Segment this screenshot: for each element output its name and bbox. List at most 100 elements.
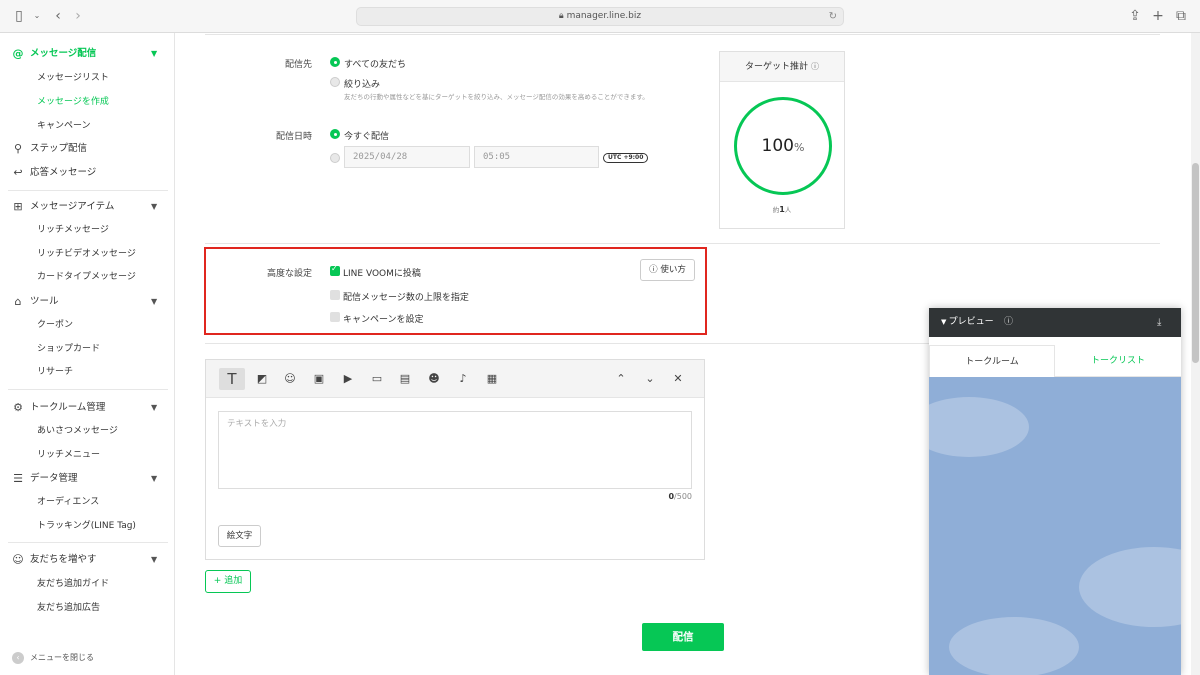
sidebar-group-auto-reply[interactable]: ↩ 応答メッセージ: [0, 162, 175, 184]
help-icon[interactable]: ⓘ: [811, 62, 819, 71]
section-divider: [205, 243, 1160, 244]
image-icon[interactable]: ◩: [249, 368, 275, 390]
sticker-icon[interactable]: ☺: [277, 368, 303, 390]
reload-icon[interactable]: ↻: [829, 8, 837, 25]
hierarchy-icon: ⚲: [13, 142, 23, 155]
at-icon: @: [12, 47, 24, 60]
back-icon[interactable]: ‹: [52, 8, 64, 24]
sidebar-group-step-delivery[interactable]: ⚲ ステップ配信: [0, 138, 175, 160]
share-icon[interactable]: ⇪: [1128, 8, 1142, 24]
sidebar-item-tracking[interactable]: トラッキング(LINE Tag): [37, 517, 136, 535]
sidebar-item-campaign[interactable]: キャンペーン: [37, 117, 91, 135]
sidebar-item-friend-guide[interactable]: 友だち追加ガイド: [37, 575, 109, 593]
send-button[interactable]: 配信: [642, 623, 724, 651]
checkbox-campaign[interactable]: [330, 312, 340, 322]
radio-scheduled[interactable]: [330, 153, 340, 163]
emoji-button[interactable]: 絵文字: [218, 525, 261, 547]
sidebar-group-data[interactable]: ☰ データ管理 ▼: [0, 468, 175, 490]
date-input[interactable]: 2025/04/28: [344, 146, 470, 168]
sidebar-item-card-message[interactable]: カードタイプメッセージ: [37, 268, 136, 286]
chevron-down-icon: ▼: [151, 555, 158, 564]
close-icon[interactable]: ✕: [665, 368, 691, 390]
tabs-overview-icon[interactable]: ⧉: [1174, 8, 1188, 24]
sidebar-group-grow-friends[interactable]: ☺ 友だちを増やす ▼: [0, 549, 175, 571]
forward-icon[interactable]: ›: [72, 8, 84, 24]
help-icon[interactable]: ⓘ: [1004, 308, 1013, 337]
rich-message-icon[interactable]: ▭: [364, 368, 390, 390]
checkbox-message-limit[interactable]: [330, 290, 340, 300]
new-tab-icon[interactable]: +: [1151, 8, 1165, 24]
plus-box-icon: ⊞: [13, 200, 23, 213]
radio-send-now[interactable]: [330, 129, 340, 139]
cloud-decoration: [949, 617, 1079, 675]
microphone-icon[interactable]: ♪: [450, 368, 476, 390]
target-approx-count: 約1人: [720, 204, 844, 214]
scrollbar[interactable]: [1191, 33, 1200, 675]
scrollbar-thumb[interactable]: [1192, 163, 1199, 363]
close-menu-label: メニューを閉じる: [30, 653, 94, 662]
target-percent: 100%: [737, 136, 829, 156]
url-bar[interactable]: 🔒︎ manager.line.biz ↻: [356, 7, 844, 26]
howto-button[interactable]: ⓘ 使い方: [640, 259, 695, 281]
sidebar-group-talkroom[interactable]: ⚙ トークルーム管理 ▼: [0, 397, 175, 419]
option-line-voom-label: LINE VOOMに投稿: [343, 269, 421, 279]
sidebar-item-message-list[interactable]: メッセージリスト: [37, 69, 109, 87]
sidebar-item-rich-message[interactable]: リッチメッセージ: [37, 221, 109, 239]
sidebar-item-friend-ads[interactable]: 友だち追加広告: [37, 599, 100, 617]
radio-filter[interactable]: [330, 77, 340, 87]
preview-tabs: トークルーム トークリスト: [929, 345, 1181, 377]
sidebar-group-label: ツール: [30, 296, 59, 307]
sidebar-group-label: ステップ配信: [30, 143, 88, 154]
sidebar-item-research[interactable]: リサーチ: [37, 363, 73, 381]
chevron-down-icon[interactable]: ⌄: [32, 8, 42, 24]
sidebar-item-shop-card[interactable]: ショップカード: [37, 340, 100, 358]
chevron-down-icon: ▼: [151, 49, 158, 58]
section-divider: [205, 34, 1160, 35]
info-icon: ⓘ: [649, 265, 661, 275]
move-up-icon[interactable]: ⌃: [608, 368, 634, 390]
card-message-icon[interactable]: ▦: [479, 368, 505, 390]
preview-panel: ▼ プレビュー ⓘ ⤓ トークルーム トークリスト: [929, 308, 1181, 675]
video-icon[interactable]: ▶: [335, 368, 361, 390]
sidebar-group-tools[interactable]: ⌂ ツール ▼: [0, 291, 175, 313]
preview-header[interactable]: ▼ プレビュー ⓘ ⤓: [929, 308, 1181, 337]
time-input[interactable]: 05:05: [474, 146, 599, 168]
emoji-icon[interactable]: ☻: [421, 368, 447, 390]
sidebar-toggle-icon[interactable]: ▯: [12, 8, 26, 24]
sidebar-item-audience[interactable]: オーディエンス: [37, 493, 99, 511]
message-text-input[interactable]: テキストを入力: [218, 411, 692, 489]
timezone-badge: UTC +9:00: [603, 153, 649, 163]
text-type-icon[interactable]: T: [219, 368, 245, 390]
url-text: manager.line.biz: [566, 11, 642, 21]
chevron-down-icon: ▼: [151, 297, 158, 306]
tab-talklist[interactable]: トークリスト: [1055, 345, 1181, 377]
sidebar-item-create-message[interactable]: メッセージを作成: [37, 93, 109, 111]
tab-talkroom[interactable]: トークルーム: [929, 345, 1055, 377]
sidebar-item-coupon[interactable]: クーポン: [37, 316, 73, 334]
sidebar-divider: [8, 190, 168, 191]
add-message-button[interactable]: + 追加: [205, 570, 251, 593]
download-icon[interactable]: ⤓: [1157, 308, 1161, 337]
sidebar-item-greeting[interactable]: あいさつメッセージ: [37, 422, 118, 440]
editor-toolbar: T ◩ ☺ ▣ ▶ ▭ ▤ ☻ ♪ ▦ ⌃ ⌄ ✕: [206, 360, 704, 398]
option-send-now-label: 今すぐ配信: [344, 132, 390, 142]
checkbox-line-voom[interactable]: [330, 264, 340, 276]
sidebar-item-rich-menu[interactable]: リッチメニュー: [37, 446, 100, 464]
rich-video-icon[interactable]: ▤: [392, 368, 418, 390]
sidebar-item-rich-video-message[interactable]: リッチビデオメッセージ: [37, 245, 136, 263]
close-menu-button[interactable]: ‹ メニューを閉じる: [12, 651, 94, 665]
sidebar-group-message-items[interactable]: ⊞ メッセージアイテム ▼: [0, 196, 175, 218]
caret-down-icon: ▼: [941, 318, 949, 326]
radio-all-friends[interactable]: [330, 57, 340, 67]
database-icon: ☰: [13, 472, 23, 485]
move-down-icon[interactable]: ⌄: [637, 368, 663, 390]
sidebar-group-message-delivery[interactable]: @ メッセージ配信 ▼: [0, 43, 175, 65]
plus-icon: +: [213, 576, 225, 586]
option-message-limit-label: 配信メッセージ数の上限を指定: [343, 293, 469, 303]
coupon-icon[interactable]: ▣: [306, 368, 332, 390]
chevron-down-icon: ▼: [151, 202, 158, 211]
message-editor: T ◩ ☺ ▣ ▶ ▭ ▤ ☻ ♪ ▦ ⌃ ⌄ ✕ テキストを入力 0/500 …: [205, 359, 705, 560]
add-friend-icon: ☺: [12, 553, 24, 566]
option-campaign-label: キャンペーンを設定: [343, 315, 424, 325]
preview-title: プレビュー: [948, 317, 994, 327]
